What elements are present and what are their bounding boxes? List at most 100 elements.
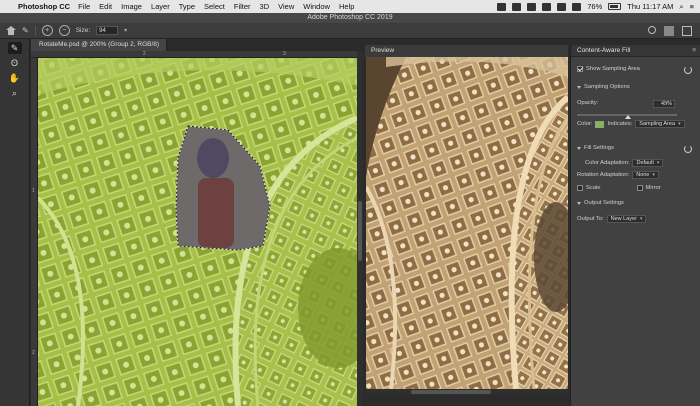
output-settings-label: Output Settings bbox=[584, 200, 624, 206]
chevron-down-icon[interactable]: ▾ bbox=[124, 27, 127, 34]
scrollbar-thumb[interactable] bbox=[411, 390, 491, 394]
color-adaptation-label: Color Adaptation: bbox=[585, 160, 630, 166]
mirror-checkbox[interactable] bbox=[636, 185, 643, 191]
hand-tool-icon[interactable]: ✋ bbox=[8, 72, 22, 84]
document-canvas[interactable] bbox=[38, 58, 357, 406]
search-icon[interactable] bbox=[648, 26, 656, 34]
menu-file[interactable]: File bbox=[78, 2, 90, 11]
document-tab[interactable]: RotateMe.psd @ 200% (Group 2, RGB/8) *× bbox=[31, 39, 167, 60]
tool-panel: ✎ ʘ ✋ ⌕ bbox=[0, 39, 30, 406]
panel-menu-icon[interactable]: ≡ bbox=[692, 45, 696, 57]
fill-settings-label: Fill Settings bbox=[584, 145, 614, 151]
scale-checkbox[interactable] bbox=[577, 185, 583, 191]
menu-list-icon[interactable]: ≡ bbox=[690, 2, 694, 11]
output-to-label: Output To: bbox=[577, 216, 604, 222]
menu-layer[interactable]: Layer bbox=[151, 2, 170, 11]
menu-bar: Photoshop CC File Edit Image Layer Type … bbox=[0, 0, 700, 13]
lasso-tool-icon[interactable]: ✎ bbox=[22, 26, 29, 35]
add-mode-icon[interactable]: + bbox=[41, 25, 53, 36]
scale-label: Scale bbox=[586, 185, 601, 191]
sampling-options-label: Sampling Options bbox=[584, 84, 630, 90]
chevron-down-icon: ▾ bbox=[652, 172, 655, 178]
opacity-row: Opacity: bbox=[577, 100, 598, 106]
wifi-icon[interactable] bbox=[557, 2, 567, 11]
show-sampling-area-checkbox[interactable] bbox=[577, 66, 583, 72]
fill-settings-header[interactable]: Fill Settings bbox=[577, 145, 614, 151]
menu-view[interactable]: View bbox=[278, 2, 294, 11]
sampling-options-header[interactable]: Sampling Options bbox=[577, 84, 630, 90]
output-to-row: Output To: New Layer ▾ bbox=[577, 215, 647, 223]
share-icon[interactable] bbox=[682, 26, 692, 36]
lasso-tool-icon[interactable]: ʘ bbox=[8, 57, 22, 69]
rotation-adaptation-label: Rotation Adaptation: bbox=[577, 172, 630, 178]
preview-horizontal-scrollbar[interactable] bbox=[366, 389, 568, 395]
ruler-vertical: 1 2 bbox=[31, 58, 38, 406]
screen-record-icon[interactable] bbox=[497, 2, 507, 11]
home-icon[interactable] bbox=[6, 26, 16, 35]
chevron-down-icon: ▾ bbox=[678, 121, 681, 127]
bluetooth-icon[interactable] bbox=[542, 2, 552, 11]
menu-3d[interactable]: 3D bbox=[260, 2, 270, 11]
rotation-adaptation-value: None bbox=[636, 172, 650, 178]
sampling-color-swatch[interactable] bbox=[595, 120, 605, 128]
ruler-tick-label: 1 bbox=[32, 188, 35, 194]
preview-image bbox=[366, 57, 568, 389]
reset-icon[interactable] bbox=[684, 66, 692, 74]
document-tab-bar: RotateMe.psd @ 200% (Group 2, RGB/8) *× bbox=[31, 39, 363, 60]
menu-select[interactable]: Select bbox=[204, 2, 225, 11]
menu-edit[interactable]: Edit bbox=[99, 2, 112, 11]
menu-app-name[interactable]: Photoshop CC bbox=[18, 2, 70, 11]
chevron-down-icon[interactable] bbox=[577, 146, 581, 150]
indicates-dropdown[interactable]: Sampling Area ▾ bbox=[635, 120, 685, 128]
shield-icon[interactable] bbox=[527, 2, 537, 11]
canvas-vertical-scrollbar[interactable] bbox=[357, 51, 363, 406]
volume-icon[interactable] bbox=[572, 2, 582, 11]
menu-type[interactable]: Type bbox=[179, 2, 195, 11]
display-icon[interactable] bbox=[512, 2, 522, 11]
menu-help[interactable]: Help bbox=[339, 2, 354, 11]
clock[interactable]: Thu 11:17 AM bbox=[627, 2, 673, 11]
opacity-input[interactable]: 49% bbox=[653, 100, 675, 108]
chevron-down-icon: ▾ bbox=[656, 160, 660, 166]
ruler-tick-label: 2 bbox=[143, 51, 146, 57]
window-title: Adobe Photoshop CC 2019 bbox=[0, 13, 700, 23]
size-input[interactable]: 94 bbox=[96, 26, 119, 35]
output-to-value: New Layer bbox=[610, 216, 637, 222]
slider-knob[interactable] bbox=[625, 115, 631, 119]
menu-filter[interactable]: Filter bbox=[234, 2, 251, 11]
search-icon[interactable]: ⌕ bbox=[679, 2, 683, 12]
rotation-adaptation-dropdown[interactable]: None ▾ bbox=[632, 171, 659, 179]
options-right-icons bbox=[648, 26, 692, 36]
options-bar: ✎ + − Size: 94 ▾ bbox=[0, 23, 700, 39]
show-sampling-area-row: Show Sampling Area bbox=[577, 66, 640, 72]
battery-icon[interactable] bbox=[608, 3, 622, 10]
zoom-tool-icon[interactable]: ⌕ bbox=[8, 87, 22, 99]
output-settings-header[interactable]: Output Settings bbox=[577, 200, 624, 206]
scale-mirror-row: Scale Mirror bbox=[577, 185, 661, 191]
sampling-brush-tool-icon[interactable]: ✎ bbox=[7, 42, 22, 54]
chevron-down-icon[interactable] bbox=[577, 85, 581, 89]
indicates-value: Sampling Area bbox=[639, 121, 676, 127]
color-adaptation-dropdown[interactable]: Default ▾ bbox=[632, 159, 664, 167]
rotation-adaptation-row: Rotation Adaptation: None ▾ bbox=[577, 171, 659, 179]
menu-window[interactable]: Window bbox=[303, 2, 330, 11]
opacity-label: Opacity: bbox=[577, 100, 599, 106]
ruler-horizontal: 2 3 bbox=[31, 51, 361, 58]
subtract-mode-icon[interactable]: − bbox=[58, 25, 70, 36]
scrollbar-thumb[interactable] bbox=[358, 201, 362, 261]
ruler-tick-label: 2 bbox=[32, 350, 35, 356]
opacity-slider[interactable] bbox=[577, 114, 677, 119]
status-icons: 76% Thu 11:17 AM ⌕ ≡ bbox=[497, 0, 694, 13]
workspace-icon[interactable] bbox=[664, 26, 674, 36]
show-sampling-area-label: Show Sampling Area bbox=[586, 66, 640, 72]
divider bbox=[34, 25, 36, 36]
output-to-dropdown[interactable]: New Layer ▾ bbox=[606, 215, 647, 223]
reset-icon[interactable] bbox=[684, 145, 692, 153]
color-label: Color: bbox=[577, 121, 593, 127]
color-adaptation-row: Color Adaptation: Default ▾ bbox=[585, 159, 664, 167]
preview-panel-title: Preview bbox=[365, 45, 568, 57]
chevron-down-icon: ▾ bbox=[639, 216, 643, 222]
content-aware-fill-panel: Content-Aware Fill ≡ Show Sampling Area … bbox=[570, 45, 700, 406]
menu-image[interactable]: Image bbox=[121, 2, 142, 11]
chevron-down-icon[interactable] bbox=[577, 201, 581, 205]
